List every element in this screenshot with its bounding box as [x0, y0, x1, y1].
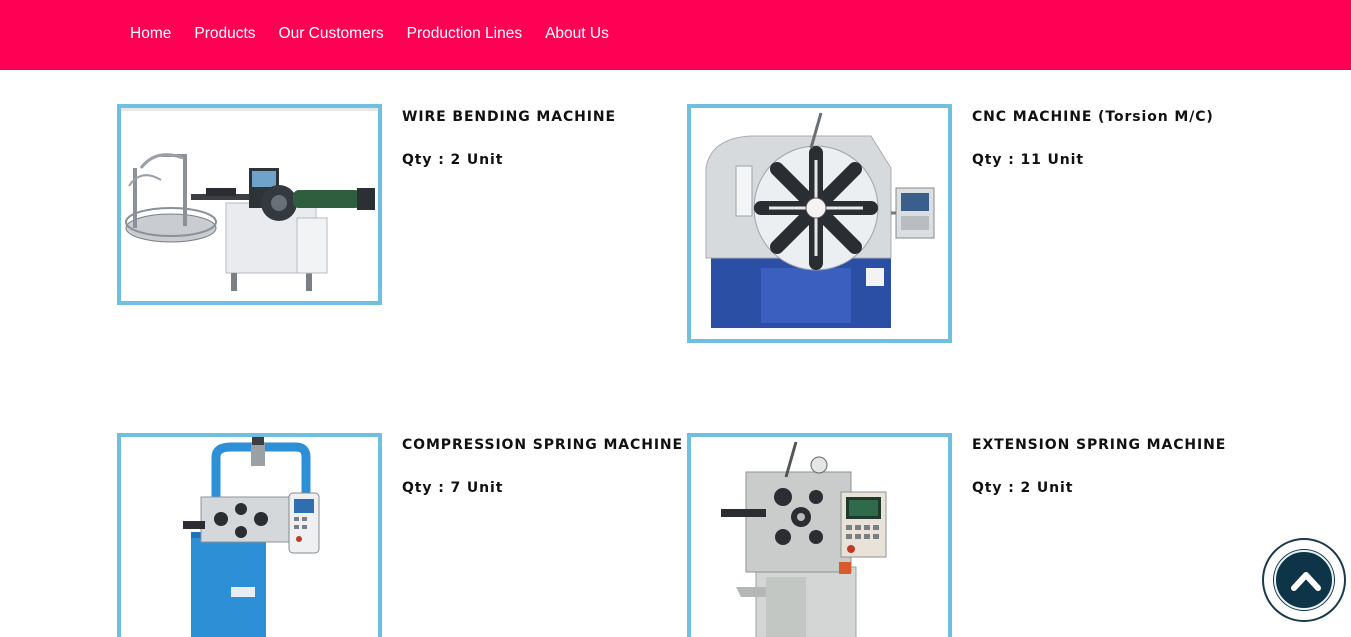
product-title: EXTENSION SPRING MACHINE	[972, 437, 1227, 453]
nav-item-about-us: About Us	[545, 24, 609, 44]
top-navbar: Home Products Our Customers Production L…	[0, 0, 1351, 70]
product-image-compression-spring-machine	[117, 433, 382, 637]
nav-item-production-lines: Production Lines	[407, 24, 522, 44]
product-qty: Qty : 2 Unit	[402, 152, 504, 168]
extension-spring-machine-illustration	[691, 437, 948, 637]
nav-link-our-customers[interactable]: Our Customers	[279, 25, 384, 42]
scroll-to-top-circle	[1274, 550, 1334, 610]
product-qty: Qty : 11 Unit	[972, 152, 1084, 168]
product-title: COMPRESSION SPRING MACHINE	[402, 437, 684, 453]
wire-bending-machine-illustration	[121, 108, 378, 301]
scroll-to-top-button[interactable]	[1262, 538, 1346, 622]
nav-item-our-customers: Our Customers	[279, 24, 384, 44]
product-qty: Qty : 2 Unit	[972, 480, 1074, 496]
product-title: CNC MACHINE (Torsion M/C)	[972, 109, 1214, 125]
nav-link-products[interactable]: Products	[194, 25, 255, 42]
nav-link-production-lines[interactable]: Production Lines	[407, 25, 522, 42]
nav-link-about-us[interactable]: About Us	[545, 25, 609, 42]
product-image-cnc-machine	[687, 104, 952, 343]
nav-menu: Home Products Our Customers Production L…	[130, 24, 609, 44]
chevron-up-icon	[1291, 572, 1321, 591]
nav-link-home[interactable]: Home	[130, 25, 171, 42]
nav-item-home: Home	[130, 24, 171, 44]
product-title: WIRE BENDING MACHINE	[402, 109, 616, 125]
nav-item-products: Products	[194, 24, 255, 44]
product-image-wire-bending-machine	[117, 104, 382, 305]
cnc-machine-illustration	[691, 108, 948, 339]
product-qty: Qty : 7 Unit	[402, 480, 504, 496]
compression-spring-machine-illustration	[121, 437, 378, 637]
product-image-extension-spring-machine	[687, 433, 952, 637]
